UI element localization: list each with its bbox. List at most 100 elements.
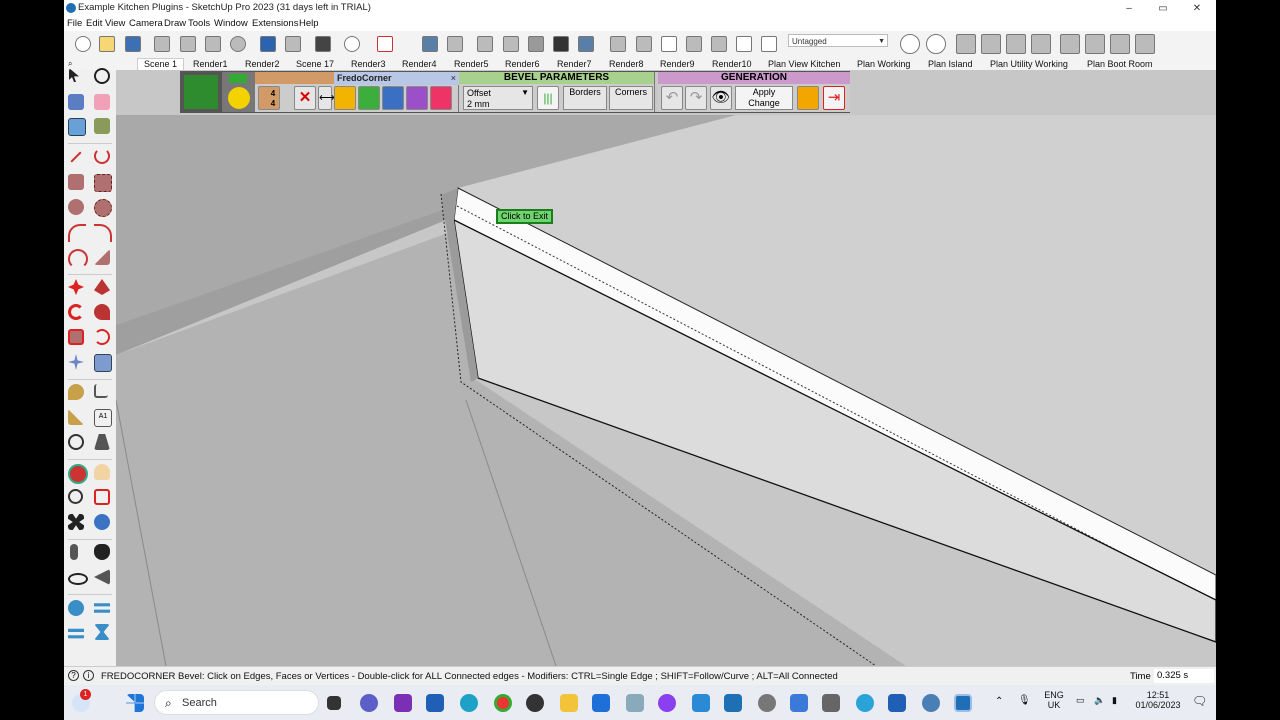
zoom-icon[interactable] xyxy=(68,489,83,504)
scene-tab-scene-1[interactable]: Scene 1 xyxy=(137,58,185,70)
scene-tab-render2[interactable]: Render2 xyxy=(245,59,280,69)
scene-tab-render7[interactable]: Render7 xyxy=(557,59,592,69)
chevron-up-icon[interactable]: ⌃ xyxy=(995,696,1003,707)
menu-edit[interactable]: Edit xyxy=(86,18,102,29)
sandbox-from-contours-icon[interactable] xyxy=(68,600,84,616)
edge-count-button[interactable]: 4 4 xyxy=(258,86,280,110)
paint-bucket-icon[interactable] xyxy=(68,94,84,110)
segments-button[interactable]: ||| xyxy=(537,86,559,110)
cube-blue-button[interactable] xyxy=(382,86,404,110)
messenger-icon[interactable] xyxy=(658,694,676,712)
fredocorner-logo-icon[interactable] xyxy=(184,75,218,109)
erase-icon[interactable] xyxy=(230,36,246,52)
save-icon[interactable] xyxy=(125,36,141,52)
model-viewport[interactable] xyxy=(116,70,1216,666)
select-icon[interactable] xyxy=(69,68,79,82)
teams-icon[interactable] xyxy=(394,694,412,712)
rotated-rectangle-icon[interactable] xyxy=(94,174,112,192)
wireframe-style-icon[interactable] xyxy=(503,36,519,52)
text-icon[interactable]: A1 xyxy=(94,409,112,427)
three-point-arc-icon[interactable] xyxy=(68,249,88,269)
offset-icon[interactable] xyxy=(94,329,110,345)
purple-down-button[interactable] xyxy=(406,86,428,110)
menu-draw[interactable]: Draw xyxy=(164,18,186,29)
undo-generation-button[interactable]: ↶ xyxy=(661,86,683,110)
apply-change-button[interactable]: Apply Change xyxy=(735,86,793,110)
arrow-up-green-button[interactable] xyxy=(358,86,380,110)
freehand-icon[interactable] xyxy=(94,148,110,164)
notepad-icon[interactable] xyxy=(692,694,710,712)
arc-icon[interactable] xyxy=(68,224,86,242)
tag-tool-icon[interactable] xyxy=(94,118,110,134)
view-top-icon[interactable] xyxy=(447,36,463,52)
menu-file[interactable]: File xyxy=(67,18,82,29)
vray-taskbar-icon[interactable] xyxy=(922,694,940,712)
iso-view-icon[interactable] xyxy=(610,36,626,52)
display-icon[interactable]: ▭ xyxy=(1076,695,1085,706)
volume-icon[interactable]: 🔈 xyxy=(1094,695,1105,706)
scene-tab-render1[interactable]: Render1 xyxy=(193,59,228,69)
scene-tab-plan-working[interactable]: Plan Working xyxy=(857,59,910,69)
solid-tools-icon[interactable] xyxy=(94,354,112,372)
render-export-icon[interactable] xyxy=(1110,34,1130,54)
translate-icon[interactable] xyxy=(790,694,808,712)
textured-style-icon[interactable] xyxy=(578,36,594,52)
pan-icon[interactable] xyxy=(94,464,110,480)
click-to-exit-tooltip[interactable]: Click to Exit xyxy=(496,209,553,224)
cancel-edge-button[interactable]: ✕ xyxy=(294,86,316,110)
restore-button[interactable]: ▭ xyxy=(1146,0,1180,17)
redo-generation-button[interactable]: ↷ xyxy=(685,86,707,110)
two-point-arc-icon[interactable] xyxy=(94,224,112,242)
render-region-icon[interactable] xyxy=(1085,34,1105,54)
teapot-render-icon[interactable] xyxy=(956,34,976,54)
telegram-icon[interactable] xyxy=(856,694,874,712)
hidden-line-style-icon[interactable] xyxy=(528,36,544,52)
scene-tab-scene-17[interactable]: Scene 17 xyxy=(296,59,334,69)
shirt-yellow-button[interactable] xyxy=(334,86,356,110)
file-explorer-icon[interactable] xyxy=(560,694,578,712)
palette-close-button[interactable]: × xyxy=(451,72,456,85)
cut-icon[interactable] xyxy=(154,36,170,52)
flip-icon[interactable] xyxy=(68,354,84,370)
tape-measure-icon[interactable] xyxy=(68,384,84,400)
frame-buffer-icon[interactable] xyxy=(1031,34,1051,54)
vray-asset-icon[interactable] xyxy=(926,34,946,54)
scene-tab-plan-island[interactable]: Plan Island xyxy=(928,59,973,69)
lasso-select-icon[interactable] xyxy=(94,68,110,84)
stamp-icon[interactable] xyxy=(94,624,110,640)
outlook-icon[interactable] xyxy=(724,694,742,712)
scene-menu-icon[interactable]: ⌕ xyxy=(68,59,72,69)
zoom-window-icon[interactable] xyxy=(94,489,110,505)
rectangle-icon[interactable] xyxy=(68,174,84,190)
scene-tab-render5[interactable]: Render5 xyxy=(454,59,489,69)
tag-select[interactable]: Untagged ▼ xyxy=(788,34,888,47)
scene-tab-plan-view-kitchen[interactable]: Plan View Kitchen xyxy=(768,59,840,69)
dell-icon[interactable] xyxy=(526,694,544,712)
scene-tab-render3[interactable]: Render3 xyxy=(351,59,386,69)
print-icon[interactable] xyxy=(315,36,331,52)
copy-icon[interactable] xyxy=(180,36,196,52)
paste-icon[interactable] xyxy=(205,36,221,52)
info-icon[interactable]: i xyxy=(83,670,94,681)
battery-icon[interactable]: ▮ xyxy=(1112,695,1117,706)
undo-icon[interactable] xyxy=(260,36,276,52)
axes-icon[interactable] xyxy=(68,434,84,450)
mail-app-icon[interactable] xyxy=(592,694,610,712)
menu-extensions[interactable]: Extensions xyxy=(252,18,298,29)
scene-tab-plan-utility-working[interactable]: Plan Utility Working xyxy=(990,59,1068,69)
fredocorner-palette-title[interactable]: FredoCorner × xyxy=(334,72,459,85)
zoom-extents-icon[interactable] xyxy=(68,514,84,530)
circle-icon[interactable] xyxy=(68,199,84,215)
microphone-icon[interactable]: 🎙 xyxy=(1018,695,1031,706)
calculator-icon[interactable] xyxy=(822,694,840,712)
dimension-icon[interactable] xyxy=(94,384,108,398)
position-camera-icon[interactable] xyxy=(70,544,78,560)
xray-style-icon[interactable] xyxy=(477,36,493,52)
chat-icon[interactable] xyxy=(360,694,378,712)
scene-tab-render9[interactable]: Render9 xyxy=(660,59,695,69)
shaded-style-icon[interactable] xyxy=(553,36,569,52)
smoove-icon[interactable] xyxy=(68,628,84,639)
mode-arrows-icon[interactable] xyxy=(229,74,247,83)
menu-window[interactable]: Window xyxy=(214,18,248,29)
protractor-icon[interactable] xyxy=(68,409,84,425)
